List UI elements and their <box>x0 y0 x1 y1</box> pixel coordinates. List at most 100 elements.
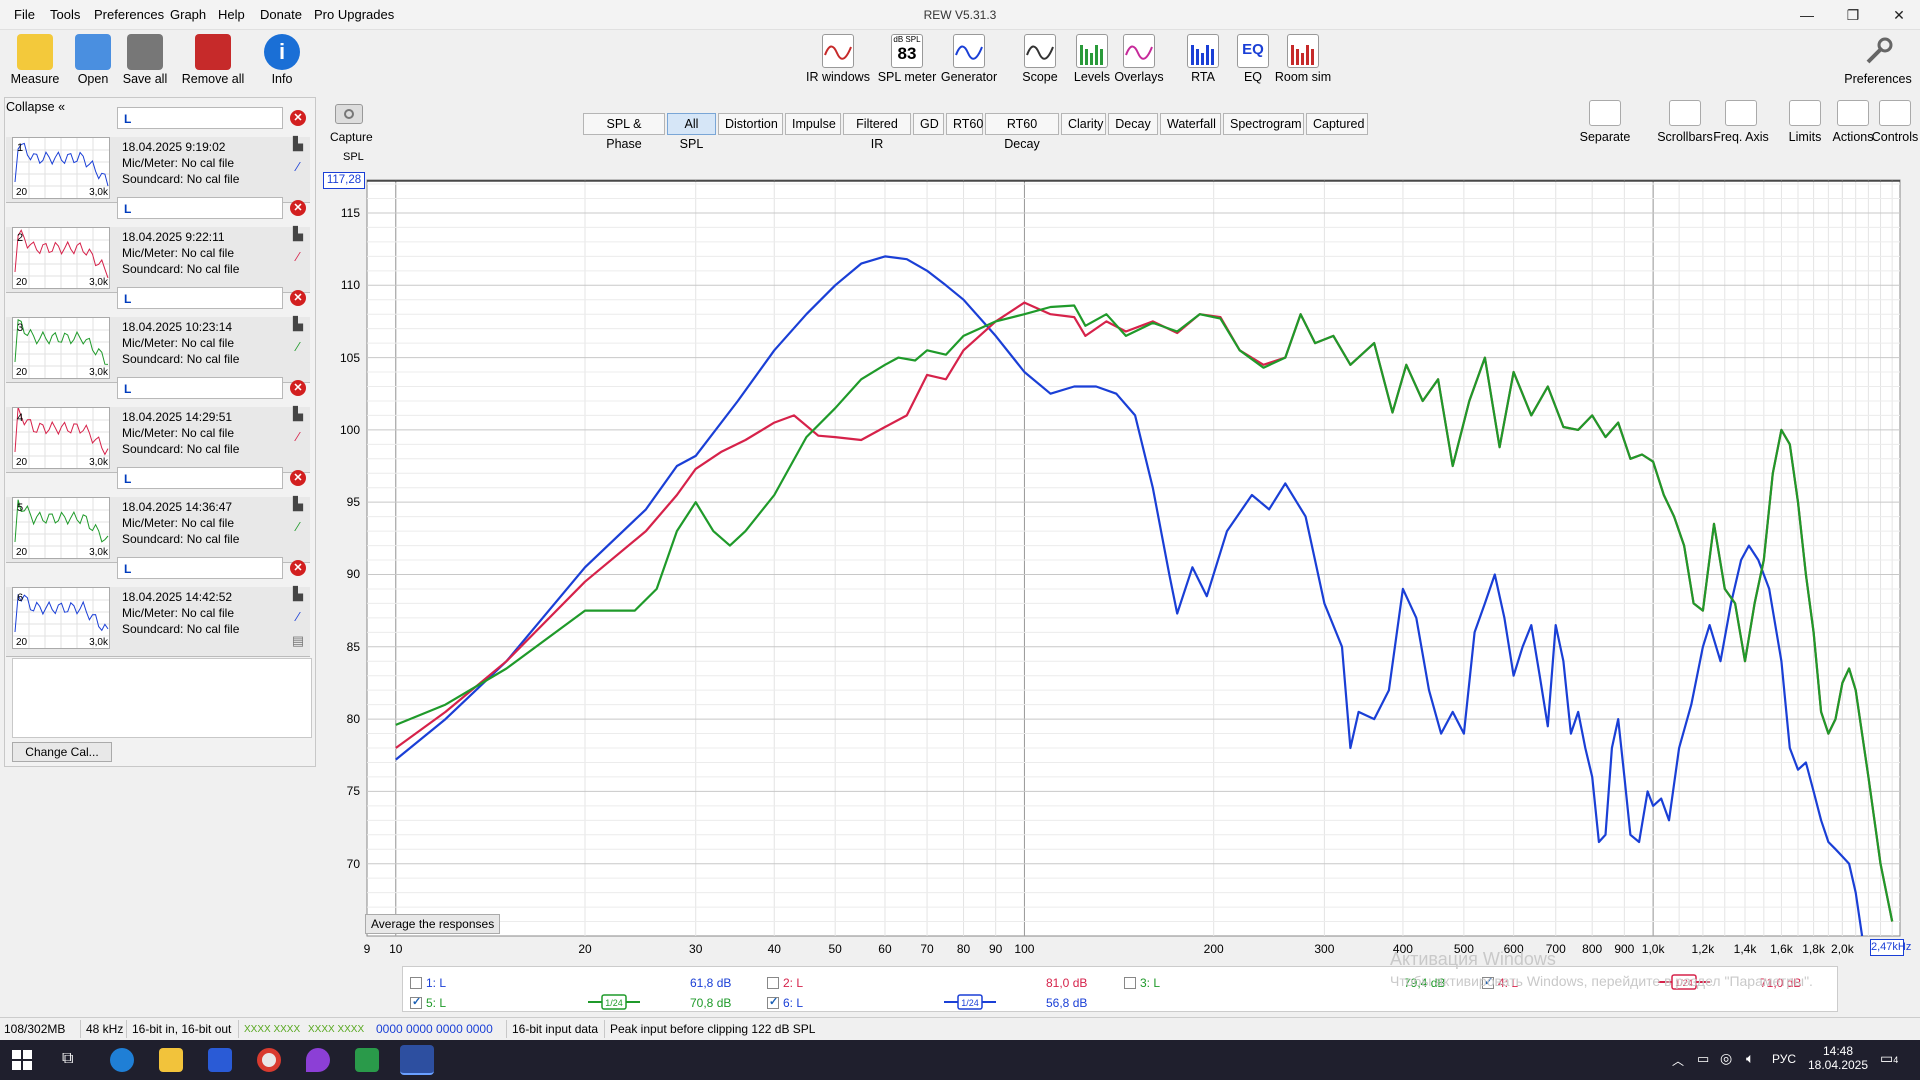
trace-color-icon[interactable]: ∕ <box>290 429 306 445</box>
tab-captured[interactable]: Captured <box>1306 113 1368 135</box>
tab-impulse[interactable]: Impulse <box>785 113 841 135</box>
file-explorer-icon[interactable] <box>159 1048 183 1072</box>
tab-clarity[interactable]: Clarity <box>1061 113 1106 135</box>
tab-spl-phase[interactable]: SPL & Phase <box>583 113 665 151</box>
measurement-name-field[interactable]: L <box>117 197 283 219</box>
remove-measurement-icon[interactable]: ✕ <box>290 380 306 396</box>
minimize-button[interactable]: — <box>1784 0 1830 30</box>
menu-pro-upgrades[interactable]: Pro Upgrades <box>314 7 394 22</box>
average-responses-button[interactable]: Average the responses <box>365 914 501 934</box>
scrollbars-button[interactable]: Scrollbars <box>1650 100 1720 144</box>
spl-meter-button[interactable]: dB SPL 83 SPL meter <box>869 34 945 84</box>
legend-checkbox[interactable] <box>1124 977 1136 989</box>
legend-checkbox[interactable] <box>410 995 422 1009</box>
measurement-graph-icon[interactable]: ▙ <box>290 136 306 152</box>
measurement-item[interactable]: 3 20 3,0k 18.04.2025 10:23:14 Mic/Meter: No … <box>6 316 310 383</box>
trace-color-icon[interactable]: ∕ <box>290 339 306 355</box>
all-spl-chart[interactable] <box>362 168 1904 938</box>
overlays-button[interactable]: Overlays <box>1110 34 1168 84</box>
chrome-icon[interactable] <box>257 1048 281 1072</box>
measurement-graph-icon[interactable]: ▙ <box>290 316 306 332</box>
menu-help[interactable]: Help <box>218 7 245 22</box>
measurement-name-field[interactable]: L <box>117 107 283 129</box>
legend-item[interactable]: 5: L <box>410 995 446 1010</box>
trace-color-icon[interactable]: ∕ <box>290 519 306 535</box>
notifications-icon[interactable]: ▭4 <box>1880 1050 1898 1067</box>
tray-chevron-up-icon[interactable]: ︿ <box>1672 1052 1684 1069</box>
notes-icon[interactable]: ▤ <box>290 633 306 649</box>
measurement-item[interactable]: 2 20 3,0k 18.04.2025 9:22:11 Mic/Meter: No c… <box>6 226 310 293</box>
generator-button[interactable]: Generator <box>940 34 998 84</box>
tab-decay[interactable]: Decay <box>1108 113 1158 135</box>
notes-area[interactable] <box>12 658 312 738</box>
legend-checkbox[interactable] <box>767 995 779 1009</box>
measurement-graph-icon[interactable]: ▙ <box>290 406 306 422</box>
measurement-name-field[interactable]: L <box>117 467 283 489</box>
separate-button[interactable]: Separate <box>1576 100 1634 144</box>
preferences-button[interactable]: Preferences <box>1842 34 1914 86</box>
room-sim-button[interactable]: Room sim <box>1265 34 1341 84</box>
display-icon[interactable]: ▭ <box>1697 1051 1709 1067</box>
legend-item[interactable]: 6: L <box>767 995 803 1010</box>
tab-rt60[interactable]: RT60 <box>946 113 983 135</box>
tab-rt60-decay[interactable]: RT60 Decay <box>985 113 1059 151</box>
y-max-field[interactable]: 117,28 <box>323 172 365 189</box>
flame-app-icon[interactable] <box>306 1048 330 1072</box>
task-view-icon[interactable]: ⧉ <box>62 1050 73 1068</box>
x-max-field[interactable]: 2,47kHz <box>1870 939 1911 956</box>
legend-checkbox[interactable] <box>410 977 422 989</box>
legend-item[interactable]: 1: L <box>410 976 446 990</box>
measurement-name-field[interactable]: L <box>117 557 283 579</box>
clock[interactable]: 14:48 18.04.2025 <box>1806 1044 1870 1072</box>
m-app-icon[interactable] <box>208 1048 232 1072</box>
tab-waterfall[interactable]: Waterfall <box>1160 113 1221 135</box>
legend-checkbox[interactable] <box>767 977 779 989</box>
remove-measurement-icon[interactable]: ✕ <box>290 110 306 126</box>
menu-preferences[interactable]: Preferences <box>94 7 164 22</box>
measurement-name-field[interactable]: L <box>117 287 283 309</box>
volume-icon[interactable]: 🔈︎ <box>1746 1050 1754 1067</box>
scope-button[interactable]: Scope <box>1011 34 1069 84</box>
remove-measurement-icon[interactable]: ✕ <box>290 470 306 486</box>
tab-gd[interactable]: GD <box>913 113 944 135</box>
measurement-item[interactable]: 6 20 3,0k 18.04.2025 14:42:52 Mic/Meter: No … <box>6 586 310 657</box>
change-cal-button[interactable]: Change Cal... <box>12 742 112 762</box>
edge-icon[interactable] <box>110 1048 134 1072</box>
trace-color-icon[interactable]: ∕ <box>290 249 306 265</box>
measurement-item[interactable]: 5 20 3,0k 18.04.2025 14:36:47 Mic/Meter: No … <box>6 496 310 563</box>
measurement-item[interactable]: 1 20 3,0k 18.04.2025 9:19:02 Mic/Meter: No c… <box>6 136 310 203</box>
graph-app-icon[interactable] <box>355 1048 379 1072</box>
measurement-graph-icon[interactable]: ▙ <box>290 586 306 602</box>
remove-measurement-icon[interactable]: ✕ <box>290 290 306 306</box>
capture-button[interactable]: Capture <box>330 104 373 144</box>
measurement-graph-icon[interactable]: ▙ <box>290 226 306 242</box>
tab-spectrogram[interactable]: Spectrogram <box>1223 113 1304 135</box>
menu-graph[interactable]: Graph <box>170 7 206 22</box>
legend-item[interactable]: 2: L <box>767 976 803 990</box>
language-indicator[interactable]: РУС <box>1772 1052 1796 1066</box>
measurement-graph-icon[interactable]: ▙ <box>290 496 306 512</box>
menu-donate[interactable]: Donate <box>260 7 302 22</box>
info-button[interactable]: i Info <box>247 34 317 86</box>
remove-measurement-icon[interactable]: ✕ <box>290 200 306 216</box>
tab-all-spl[interactable]: All SPL <box>667 113 716 151</box>
rew-app-icon[interactable] <box>400 1045 434 1075</box>
menu-tools[interactable]: Tools <box>50 7 80 22</box>
close-button[interactable]: ✕ <box>1876 0 1920 30</box>
ir-windows-button[interactable]: IR windows <box>800 34 876 84</box>
measurement-item[interactable]: 4 20 3,0k 18.04.2025 14:29:51 Mic/Meter: No … <box>6 406 310 473</box>
save-all-button[interactable]: Save all <box>110 34 180 86</box>
remove-measurement-icon[interactable]: ✕ <box>290 560 306 576</box>
collapse-button[interactable]: Collapse « <box>6 100 78 120</box>
tab-filtered-ir[interactable]: Filtered IR <box>843 113 911 151</box>
legend-item[interactable]: 3: L <box>1124 976 1160 990</box>
network-icon[interactable]: ◎ <box>1720 1050 1732 1067</box>
trace-color-icon[interactable]: ∕ <box>290 609 306 625</box>
remove-all-button[interactable]: Remove all <box>178 34 248 86</box>
tab-distortion[interactable]: Distortion <box>718 113 783 135</box>
measurement-name-field[interactable]: L <box>117 377 283 399</box>
restore-button[interactable]: ❐ <box>1830 0 1876 30</box>
windows-start-icon[interactable] <box>12 1050 32 1070</box>
menu-file[interactable]: File <box>14 7 35 22</box>
freq-axis-button[interactable]: Freq. Axis <box>1712 100 1770 144</box>
